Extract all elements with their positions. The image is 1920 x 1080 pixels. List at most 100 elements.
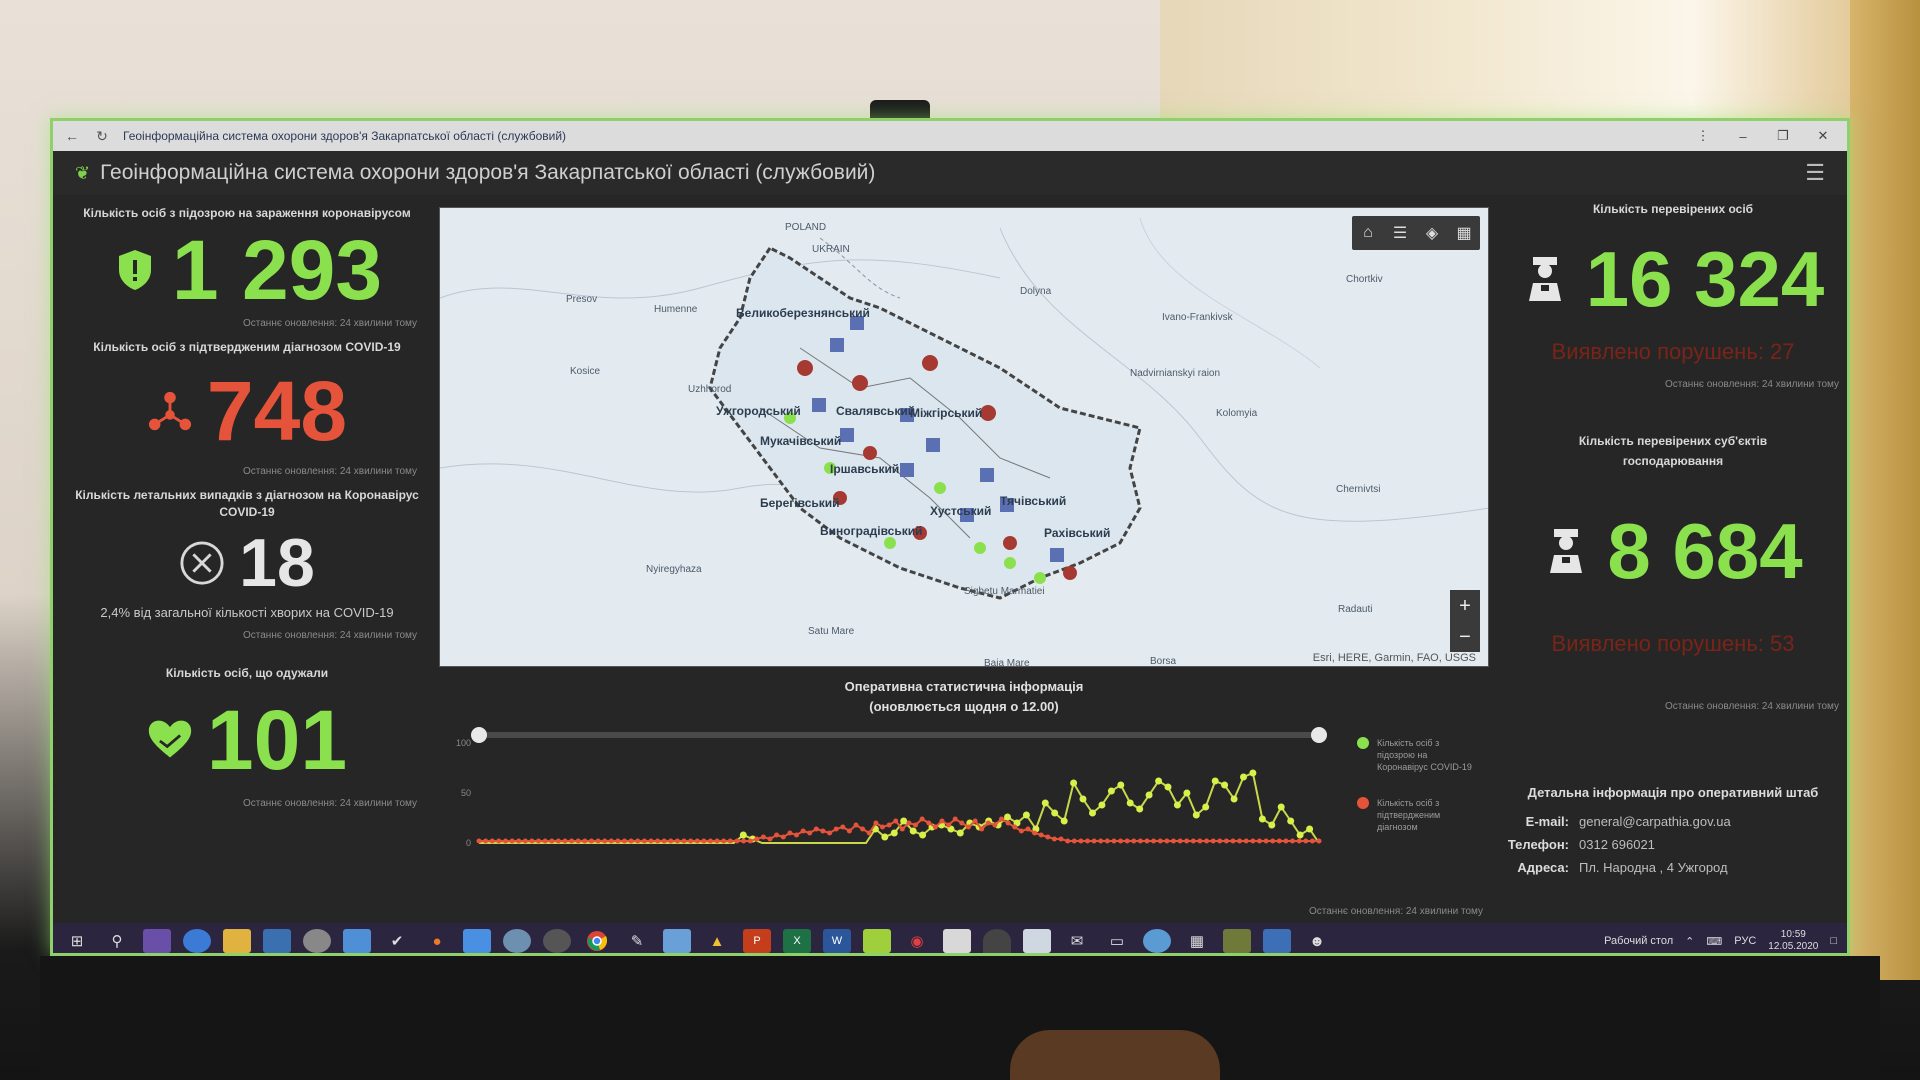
data-point[interactable]: [1098, 801, 1106, 809]
app-icon[interactable]: [543, 929, 571, 953]
file-explorer-icon[interactable]: [223, 929, 251, 953]
app-icon[interactable]: [503, 929, 531, 953]
data-point[interactable]: [1098, 838, 1104, 844]
data-point[interactable]: [939, 818, 945, 824]
data-point[interactable]: [1283, 838, 1289, 844]
data-point[interactable]: [622, 838, 627, 844]
data-point[interactable]: [767, 836, 773, 842]
data-point[interactable]: [780, 834, 786, 840]
app-icon[interactable]: [663, 929, 691, 953]
maximize-button[interactable]: ❐: [1769, 128, 1797, 144]
data-point[interactable]: [549, 838, 555, 844]
data-point[interactable]: [555, 838, 561, 844]
data-point[interactable]: [1177, 838, 1183, 844]
app-icon[interactable]: [1023, 929, 1051, 953]
data-point[interactable]: [1155, 777, 1163, 785]
data-point[interactable]: [516, 838, 522, 844]
data-point[interactable]: [827, 830, 833, 836]
data-point[interactable]: [999, 816, 1004, 822]
data-point[interactable]: [1268, 821, 1276, 829]
data-point[interactable]: [1270, 838, 1276, 844]
data-point[interactable]: [542, 838, 548, 844]
region-map[interactable]: POLAND UKRAIN Dolyna Chortkiv Ivano-Fran…: [439, 207, 1489, 667]
app-icon[interactable]: [1263, 929, 1291, 953]
data-point[interactable]: [919, 831, 927, 839]
data-point[interactable]: [979, 826, 985, 832]
data-point[interactable]: [820, 828, 826, 834]
data-point[interactable]: [909, 827, 917, 835]
app-icon[interactable]: ●: [423, 929, 451, 953]
data-point[interactable]: [1045, 834, 1051, 840]
data-point[interactable]: [1051, 809, 1059, 817]
data-point[interactable]: [1085, 838, 1090, 844]
data-point[interactable]: [1104, 838, 1110, 844]
desktop-label[interactable]: Рабочий стол: [1604, 935, 1673, 947]
data-point[interactable]: [1070, 779, 1078, 787]
zoom-in-button[interactable]: +: [1459, 596, 1471, 616]
data-point[interactable]: [1243, 838, 1249, 844]
more-icon[interactable]: ⋮: [1689, 128, 1717, 144]
data-point[interactable]: [668, 838, 674, 844]
data-point[interactable]: [1277, 803, 1285, 811]
data-point[interactable]: [1190, 838, 1196, 844]
data-point[interactable]: [1171, 838, 1176, 844]
basemap-icon[interactable]: ▦: [1452, 223, 1476, 243]
data-point[interactable]: [1012, 824, 1018, 830]
chat-icon[interactable]: ✉: [1063, 929, 1091, 953]
data-point[interactable]: [972, 818, 978, 824]
language-indicator[interactable]: РУС: [1734, 935, 1756, 947]
data-point[interactable]: [1221, 781, 1229, 789]
data-point[interactable]: [1210, 838, 1216, 844]
data-point[interactable]: [1151, 838, 1157, 844]
data-point[interactable]: [1217, 838, 1223, 844]
data-point[interactable]: [774, 832, 780, 838]
data-point[interactable]: [747, 838, 753, 844]
data-point[interactable]: [833, 826, 839, 832]
data-point[interactable]: [794, 832, 799, 838]
data-point[interactable]: [1018, 828, 1024, 834]
data-point[interactable]: [1126, 799, 1134, 807]
data-point[interactable]: [536, 838, 541, 844]
data-point[interactable]: [1111, 838, 1117, 844]
clock[interactable]: 10:59 12.05.2020: [1768, 929, 1818, 953]
legend-item-confirmed[interactable]: Кількість осіб з підтвердженим діагнозом: [1357, 797, 1477, 833]
email-link[interactable]: general@carpathia.gov.ua: [1579, 814, 1731, 829]
data-point[interactable]: [1131, 838, 1137, 844]
data-point[interactable]: [1058, 836, 1064, 842]
legend-item-suspected[interactable]: Кількість осіб з підозрою на Коронавірус…: [1357, 737, 1477, 773]
data-point[interactable]: [1137, 838, 1143, 844]
close-button[interactable]: ✕: [1809, 128, 1837, 144]
notification-icon[interactable]: □: [1830, 935, 1837, 947]
data-point[interactable]: [754, 836, 760, 842]
app-icon[interactable]: [143, 929, 171, 953]
data-point[interactable]: [1041, 799, 1049, 807]
data-point[interactable]: [1204, 838, 1210, 844]
data-point[interactable]: [1306, 825, 1314, 833]
data-point[interactable]: [1022, 811, 1030, 819]
data-point[interactable]: [890, 829, 898, 837]
data-point[interactable]: [873, 820, 879, 826]
data-point[interactable]: [674, 838, 680, 844]
data-point[interactable]: [496, 838, 502, 844]
data-point[interactable]: [886, 822, 892, 828]
data-point[interactable]: [1296, 831, 1304, 839]
data-point[interactable]: [881, 833, 889, 841]
line-chart[interactable]: 100 50 0: [439, 723, 1339, 873]
pen-icon[interactable]: ✎: [623, 929, 651, 953]
data-point[interactable]: [1237, 838, 1243, 844]
data-point[interactable]: [615, 838, 621, 844]
data-point[interactable]: [602, 838, 608, 844]
data-point[interactable]: [860, 826, 866, 832]
data-point[interactable]: [714, 838, 720, 844]
data-point[interactable]: [807, 830, 813, 836]
data-point[interactable]: [628, 838, 634, 844]
data-point[interactable]: [595, 838, 601, 844]
app-icon[interactable]: ▭: [1103, 929, 1131, 953]
data-point[interactable]: [1032, 830, 1038, 836]
layers-icon[interactable]: ◈: [1420, 223, 1444, 243]
data-point[interactable]: [840, 824, 846, 830]
data-point[interactable]: [1004, 813, 1011, 821]
data-point[interactable]: [1060, 817, 1068, 825]
person-icon[interactable]: ☻: [1303, 929, 1331, 953]
data-point[interactable]: [655, 838, 661, 844]
